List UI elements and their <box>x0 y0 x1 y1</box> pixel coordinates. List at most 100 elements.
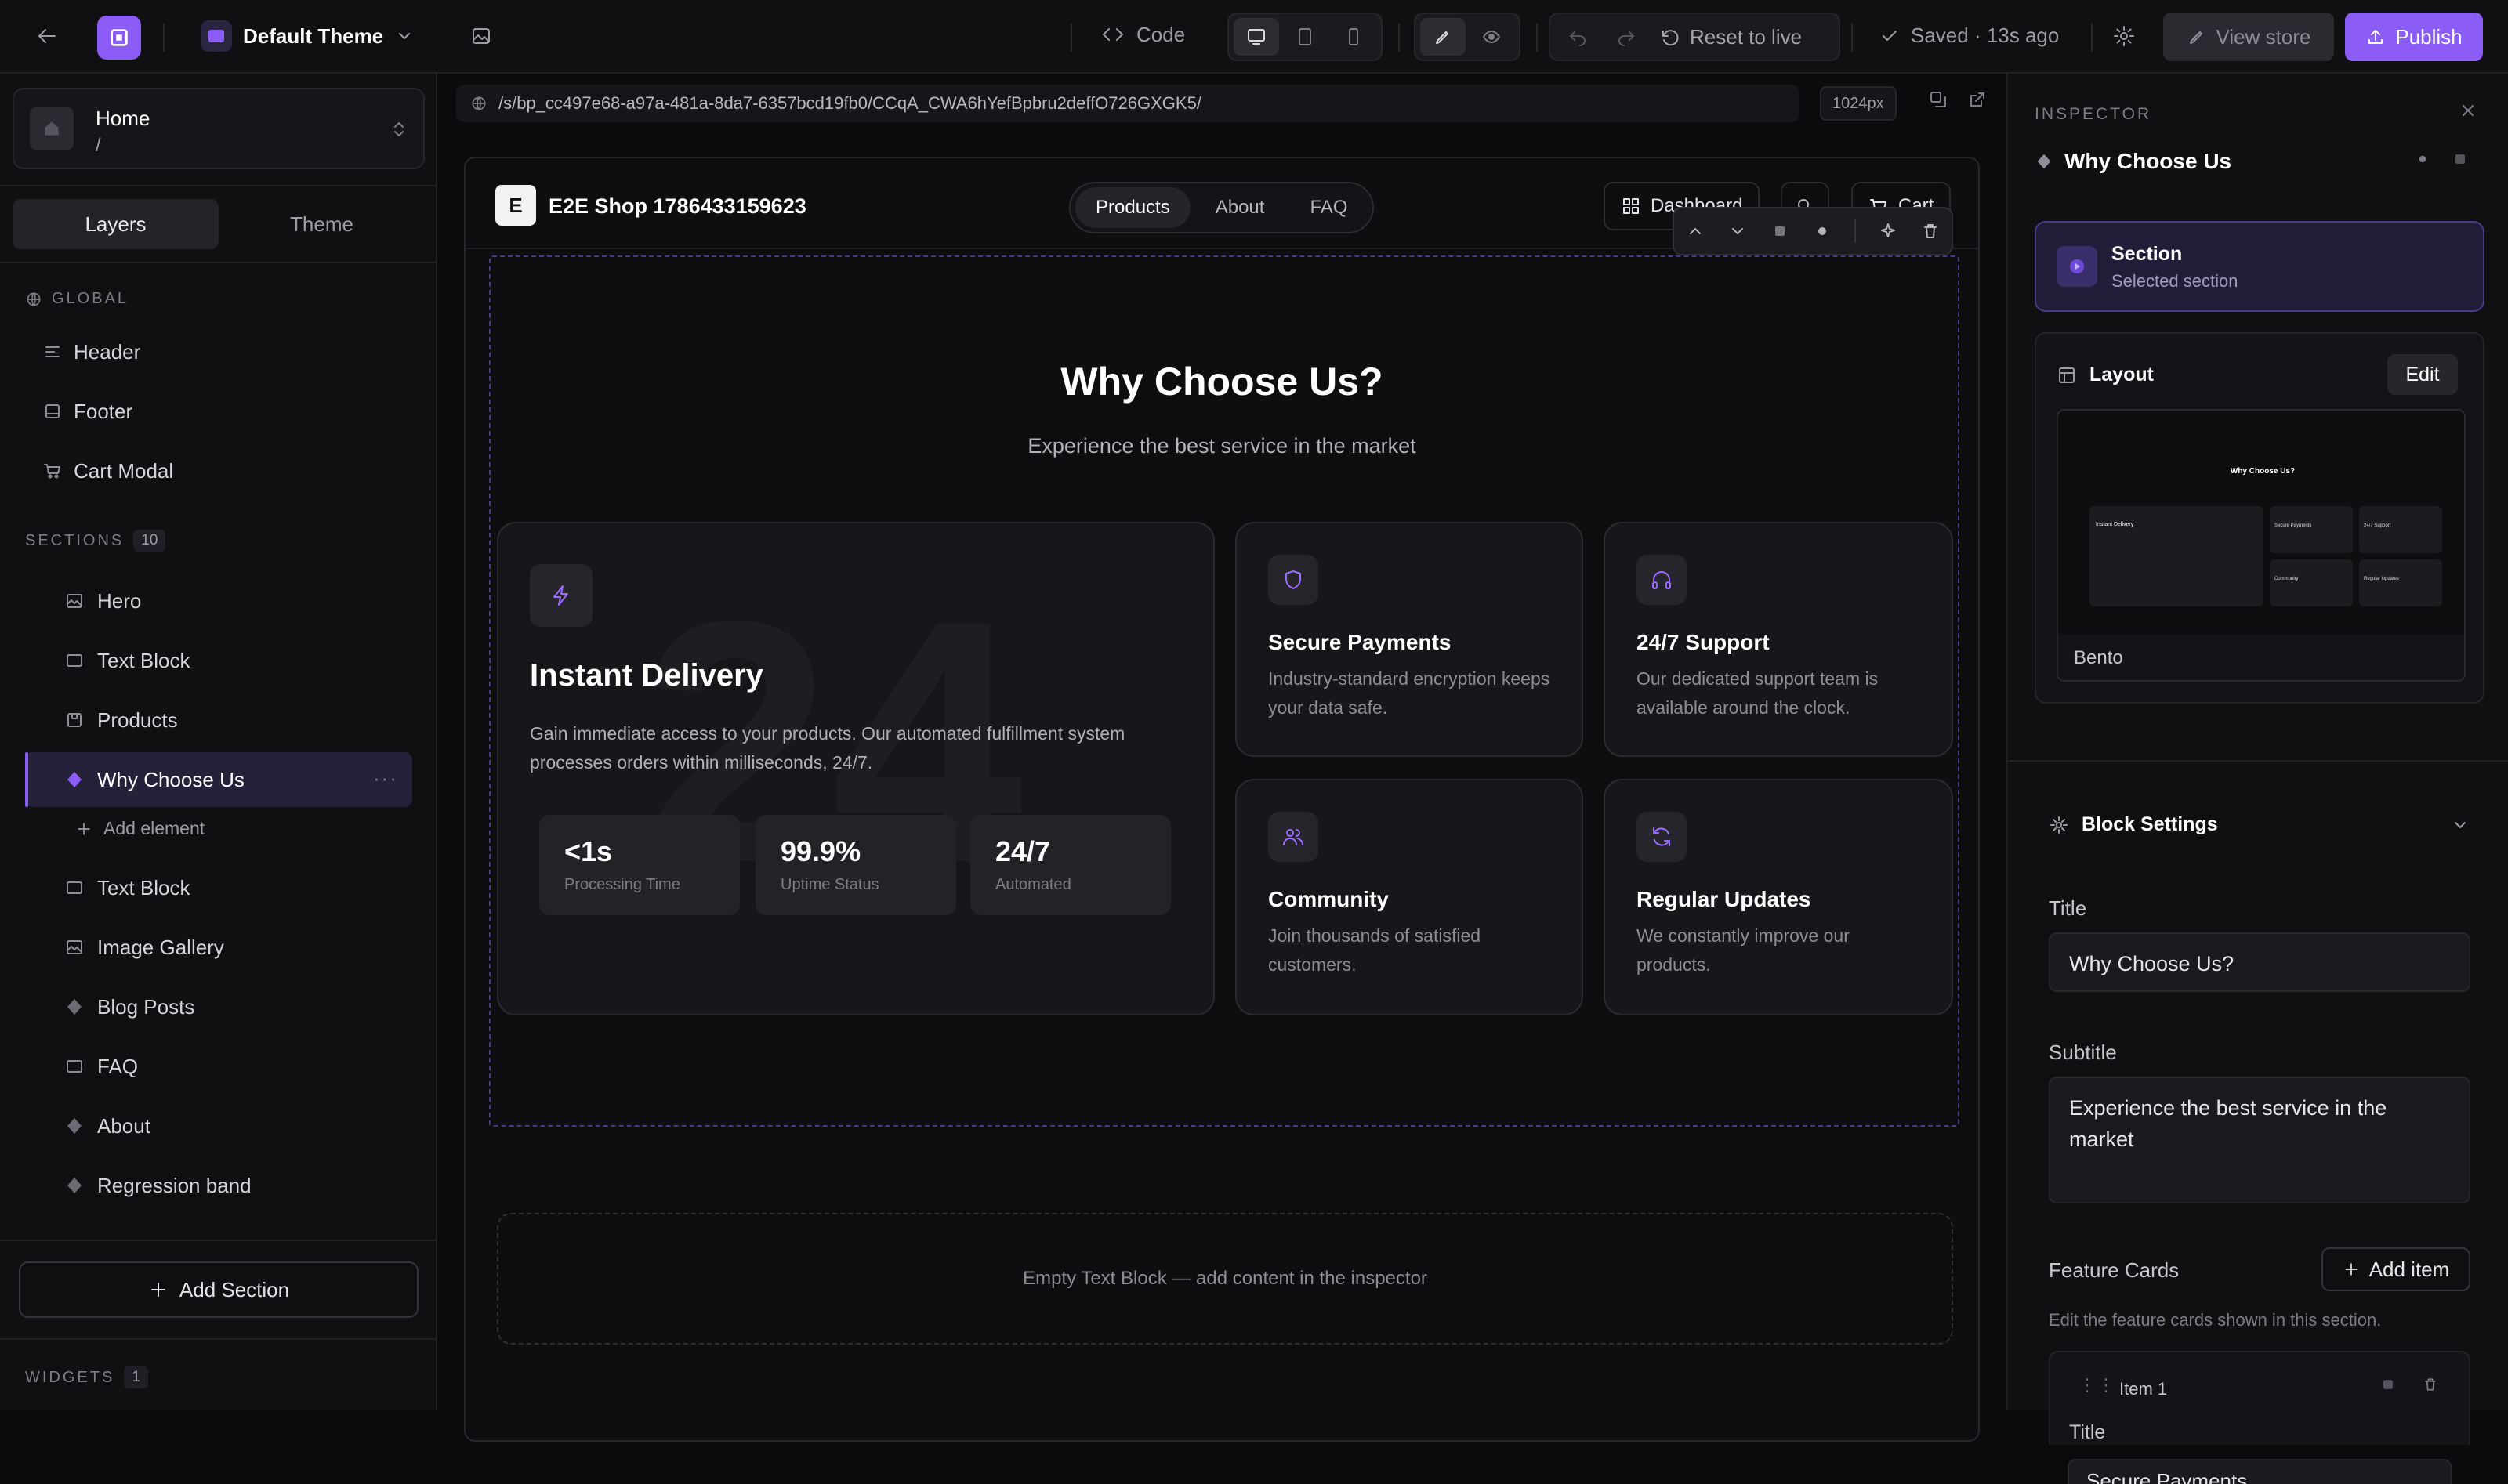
trash-icon[interactable] <box>2422 1376 2439 1393</box>
play-icon <box>2057 246 2097 287</box>
fit-button[interactable] <box>1928 89 1948 110</box>
code-label: Code <box>1136 22 1186 46</box>
code-icon <box>1103 28 1123 41</box>
open-external-button[interactable] <box>1967 89 1988 110</box>
empty-text-block[interactable]: Empty Text Block — add content in the in… <box>497 1213 1953 1345</box>
reset-to-live-button[interactable]: Reset to live <box>1652 25 1810 49</box>
view-store-button[interactable]: View store <box>2163 13 2334 61</box>
block-settings-toggle[interactable]: Block Settings <box>2049 813 2218 836</box>
preview-mode-button[interactable] <box>1469 18 1514 56</box>
stat-uptime: 99.9% Uptime Status <box>756 815 956 915</box>
tablet-icon <box>1299 28 1311 45</box>
theme-selector[interactable]: Default Theme <box>201 20 415 52</box>
section-sub: Selected section <box>2111 271 2238 291</box>
nav-products[interactable]: Products <box>1075 187 1191 228</box>
stat-automated: 24/7 Automated <box>970 815 1171 915</box>
thumb-card-large: Instant Delivery <box>2089 506 2263 606</box>
add-element-label: Add element <box>103 818 205 838</box>
feature-card-updates[interactable]: Regular Updates We constantly improve ou… <box>1604 779 1953 1015</box>
mode-switcher <box>1414 13 1520 61</box>
duplicate-icon[interactable] <box>2452 150 2469 168</box>
section-products[interactable]: Products <box>25 693 412 747</box>
title-input[interactable]: Why Choose Us? <box>2049 932 2470 992</box>
add-item-button[interactable]: Add item <box>2321 1247 2470 1291</box>
block-name-row: Why Choose Us <box>2035 149 2231 174</box>
section-about[interactable]: About <box>25 1099 412 1153</box>
eye-icon <box>1483 31 1500 43</box>
eye-icon[interactable] <box>2414 150 2431 168</box>
duplicate-icon[interactable] <box>1770 221 1790 241</box>
edit-layout-button[interactable]: Edit <box>2387 354 2458 395</box>
more-options-icon[interactable]: ··· <box>373 766 398 791</box>
feature-card-secure-payments[interactable]: Secure Payments Industry-standard encryp… <box>1235 522 1583 757</box>
publish-button[interactable]: Publish <box>2345 13 2483 61</box>
section-label: Section <box>2111 243 2183 265</box>
layer-label: Hero <box>97 588 142 613</box>
users-icon <box>1268 812 1318 862</box>
visibility-icon[interactable] <box>1812 221 1832 241</box>
undo-icon <box>1570 31 1586 46</box>
gear-icon <box>2050 816 2068 834</box>
move-up-icon[interactable] <box>1685 221 1705 241</box>
url-bar[interactable]: /s/bp_cc497e68-a97a-481a-8da7-6357bcd19f… <box>456 85 1799 122</box>
tablet-view-button[interactable] <box>1282 18 1328 56</box>
undo-button[interactable] <box>1555 18 1600 56</box>
shop-logo[interactable]: E <box>495 185 536 226</box>
widgets-group-label: WIDGETS 1 <box>25 1366 148 1388</box>
duplicate-icon[interactable] <box>2379 1376 2397 1393</box>
move-down-icon[interactable] <box>1727 221 1748 241</box>
text-block-icon <box>67 654 82 667</box>
shop-name[interactable]: E2E Shop 1786433159623 <box>549 194 806 219</box>
redo-button[interactable] <box>1604 18 1649 56</box>
thumb-title: Why Choose Us? <box>2230 467 2296 476</box>
plus-icon <box>2345 1263 2358 1276</box>
canvas: /s/bp_cc497e68-a97a-481a-8da7-6357bcd19f… <box>439 74 2005 1442</box>
mobile-view-button[interactable] <box>1331 18 1376 56</box>
block-settings-label: Block Settings <box>2082 813 2218 835</box>
trash-icon[interactable] <box>1920 221 1941 241</box>
feature-card-large[interactable]: 24 Instant Delivery Gain immediate acces… <box>497 522 1215 1015</box>
ai-sparkle-icon[interactable] <box>1878 221 1898 241</box>
tab-theme[interactable]: Theme <box>219 199 425 249</box>
section-image-gallery[interactable]: Image Gallery <box>25 920 412 975</box>
page-path: / <box>96 135 101 156</box>
chevron-down-icon[interactable] <box>2450 815 2470 835</box>
code-button[interactable]: Code <box>1100 22 1185 47</box>
section-text-block[interactable]: Text Block <box>25 633 412 688</box>
page-selector[interactable]: Home / <box>13 88 425 169</box>
settings-button[interactable] <box>2111 24 2137 49</box>
desktop-view-button[interactable] <box>1234 18 1279 56</box>
layout-preview[interactable]: Why Choose Us? Instant Delivery Secure P… <box>2057 409 2466 682</box>
check-icon <box>1883 30 1897 41</box>
feature-card-community[interactable]: Community Join thousands of satisfied cu… <box>1235 779 1583 1015</box>
section-blog-posts[interactable]: Blog Posts <box>25 979 412 1034</box>
layer-header[interactable]: Header <box>25 324 412 379</box>
item-title-input[interactable]: Secure Payments <box>2068 1459 2452 1484</box>
drag-handle-icon[interactable]: ⋮⋮ <box>2079 1377 2116 1394</box>
back-button[interactable] <box>34 24 60 49</box>
add-element-button[interactable]: Add element <box>75 818 205 839</box>
section-hero[interactable]: Hero <box>25 574 412 628</box>
layer-footer[interactable]: Footer <box>25 384 412 439</box>
section-text-block-2[interactable]: Text Block <box>25 860 412 915</box>
selected-section-card[interactable]: Section Selected section <box>2035 221 2484 312</box>
media-button[interactable] <box>469 24 494 49</box>
inspector-header: INSPECTOR <box>2035 105 2152 123</box>
nav-faq[interactable]: FAQ <box>1289 187 1368 228</box>
add-section-button[interactable]: Add Section <box>19 1261 419 1318</box>
close-icon[interactable] <box>2458 100 2478 121</box>
section-why-choose-us[interactable]: Why Choose Us ··· <box>25 752 412 807</box>
feature-help-text: Edit the feature cards shown in this sec… <box>2049 1310 2382 1330</box>
block-name: Why Choose Us <box>2064 149 2232 173</box>
nav-about[interactable]: About <box>1195 187 1285 228</box>
edit-mode-button[interactable] <box>1420 18 1466 56</box>
section-regression-band[interactable]: Regression band <box>25 1158 412 1213</box>
section-faq[interactable]: FAQ <box>25 1039 412 1094</box>
external-link-icon <box>1970 92 1984 107</box>
layer-cart-modal[interactable]: Cart Modal <box>25 443 412 498</box>
tab-layers[interactable]: Layers <box>13 199 219 249</box>
subtitle-textarea[interactable]: Experience the best service in the marke… <box>2049 1077 2470 1203</box>
feature-card-support[interactable]: 24/7 Support Our dedicated support team … <box>1604 522 1953 757</box>
stat-value: <1s <box>564 835 613 867</box>
app-logo[interactable] <box>97 16 141 60</box>
